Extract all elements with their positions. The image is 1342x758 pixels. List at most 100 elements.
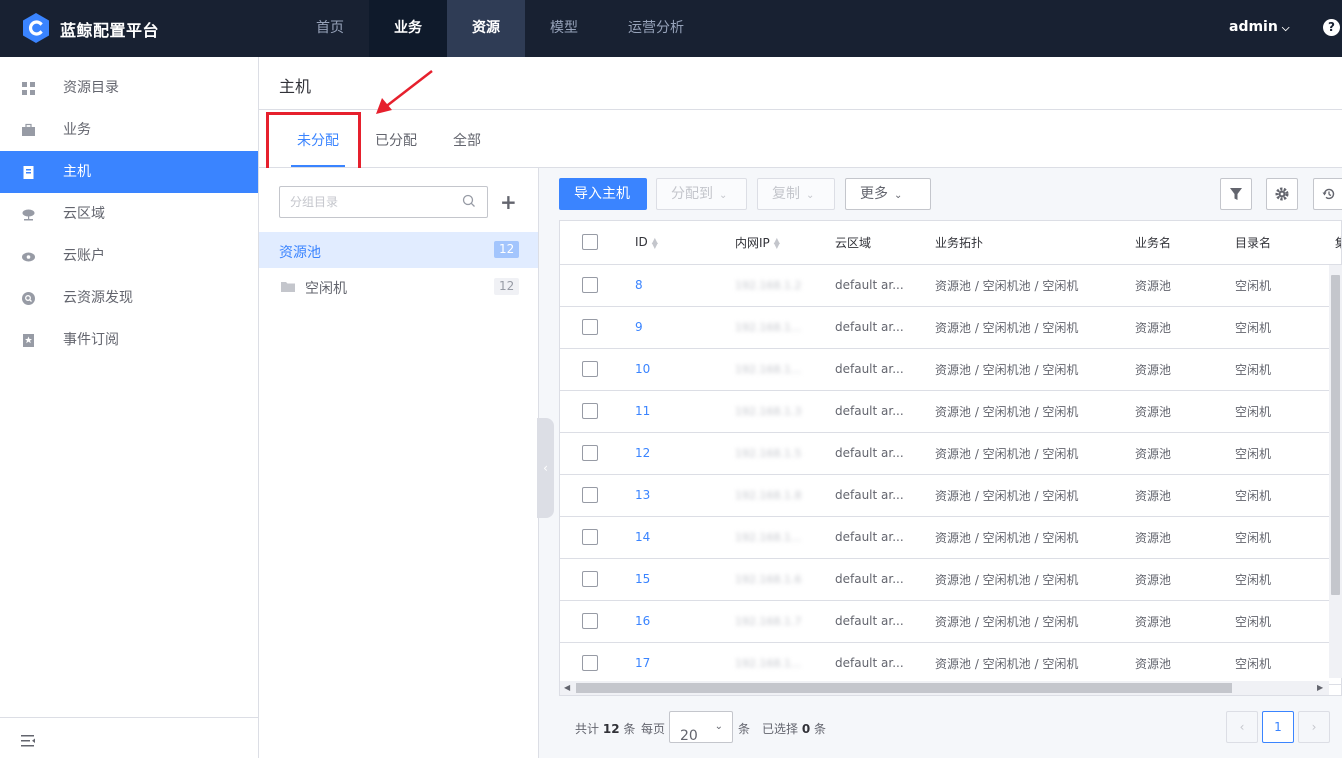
page-size-select[interactable]: 20 ⌄: [669, 711, 733, 744]
scrollbar-thumb[interactable]: [576, 683, 1232, 693]
row-checkbox[interactable]: [582, 403, 598, 419]
sidebar-item-label: 资源目录: [63, 80, 119, 96]
row-checkbox[interactable]: [582, 613, 598, 629]
group-search-input[interactable]: [279, 186, 488, 218]
nav-home[interactable]: 首页: [291, 0, 369, 57]
row-checkbox[interactable]: [582, 529, 598, 545]
sidebar-item-directory[interactable]: 资源目录: [0, 67, 258, 109]
chevron-down-icon: ⌵: [1281, 23, 1290, 34]
directory-name: 空闲机: [1235, 530, 1272, 545]
host-id-link[interactable]: 14: [635, 530, 650, 544]
nav-resource[interactable]: 资源: [447, 0, 525, 57]
table-row[interactable]: 14 192.168.1... default ar... 资源池 / 空闲机池 / …: [560, 516, 1341, 559]
table-row[interactable]: 8 192.168.1.2 default ar... 资源池 / 空闲机池 / 空闲…: [560, 264, 1341, 307]
chevron-down-icon: ⌄: [806, 190, 815, 201]
search-icon[interactable]: [462, 194, 476, 208]
row-checkbox[interactable]: [582, 361, 598, 377]
column-header-ip[interactable]: 内网IP ▲ ▼: [721, 221, 821, 265]
top-navbar: 蓝鲸配置平台 首页 业务 资源 模型 运营分析 admin ⌵ ?: [0, 0, 1342, 57]
tab-assigned[interactable]: 已分配: [375, 130, 417, 150]
biz-topology: 资源池 / 空闲机池 / 空闲机: [935, 488, 1079, 503]
cloud-area: default ar...: [835, 530, 904, 544]
sort-icon[interactable]: ▲ ▼: [774, 237, 780, 250]
nav-model[interactable]: 模型: [525, 0, 603, 57]
table-row[interactable]: 13 192.168.1.8 default ar... 资源池 / 空闲机池 / 空…: [560, 474, 1341, 517]
vertical-scrollbar[interactable]: [1329, 265, 1342, 678]
prev-page-button[interactable]: ‹: [1226, 711, 1258, 743]
biz-topology: 资源池 / 空闲机池 / 空闲机: [935, 362, 1079, 377]
inner-ip: 192.168.1.3: [735, 405, 802, 418]
row-checkbox[interactable]: [582, 319, 598, 335]
directory-icon: [21, 81, 36, 96]
chevron-down-icon: ⌄: [714, 721, 723, 732]
table-row[interactable]: 10 192.168.1... default ar... 资源池 / 空闲机池 / …: [560, 348, 1341, 391]
horizontal-scrollbar[interactable]: ◀ ▶: [560, 681, 1329, 695]
directory-name: 空闲机: [1235, 362, 1272, 377]
table-row[interactable]: 9 192.168.1... default ar... 资源池 / 空闲机池 / 空…: [560, 306, 1341, 349]
filter-button[interactable]: [1220, 178, 1252, 210]
sort-icon[interactable]: ▲ ▼: [652, 236, 658, 249]
sidebar-item-event-subscribe[interactable]: 事件订阅: [0, 319, 258, 361]
tree-node-resource-pool[interactable]: 资源池 12: [259, 232, 538, 268]
sidebar-item-label: 云资源发现: [63, 290, 133, 306]
row-checkbox[interactable]: [582, 277, 598, 293]
table-row[interactable]: 16 192.168.1.7 default ar... 资源池 / 空闲机池 / 空…: [560, 600, 1341, 643]
row-checkbox[interactable]: [582, 655, 598, 671]
username: admin: [1229, 19, 1278, 35]
table-row[interactable]: 17 192.168.1... default ar... 资源池 / 空闲机池 / …: [560, 642, 1341, 685]
scroll-right-icon[interactable]: ▶: [1317, 681, 1323, 695]
add-group-button[interactable]: +: [500, 190, 517, 214]
next-page-button[interactable]: ›: [1298, 711, 1330, 743]
inner-ip: 192.168.1.2: [735, 279, 802, 292]
assign-to-label: 分配到: [671, 186, 713, 202]
host-id-link[interactable]: 13: [635, 488, 650, 502]
host-id-link[interactable]: 10: [635, 362, 650, 376]
directory-name: 空闲机: [1235, 614, 1272, 629]
row-checkbox[interactable]: [582, 445, 598, 461]
host-id-link[interactable]: 12: [635, 446, 650, 460]
host-id-link[interactable]: 11: [635, 404, 650, 418]
sidebar-item-cloud-discovery[interactable]: 云资源发现: [0, 277, 258, 319]
host-id-link[interactable]: 17: [635, 656, 650, 670]
table-row[interactable]: 15 192.168.1.6 default ar... 资源池 / 空闲机池 / 空…: [560, 558, 1341, 601]
host-id-link[interactable]: 9: [635, 320, 643, 334]
sidebar-item-host[interactable]: 主机: [0, 151, 258, 193]
table-row[interactable]: 12 192.168.1.5 default ar... 资源池 / 空闲机池 / 空…: [560, 432, 1341, 475]
table-row[interactable]: 11 192.168.1.3 default ar... 资源池 / 空闲机池 / 空…: [560, 390, 1341, 433]
column-header-id[interactable]: ID ▲ ▼: [621, 221, 721, 265]
import-host-button[interactable]: 导入主机: [559, 178, 647, 210]
brand-name[interactable]: 蓝鲸配置平台: [60, 17, 159, 41]
user-menu[interactable]: admin ⌵: [1229, 19, 1289, 35]
collapse-menu-icon[interactable]: [21, 735, 36, 748]
sidebar-item-cloud-area[interactable]: 云区域: [0, 193, 258, 235]
more-dropdown[interactable]: 更多 ⌄: [845, 178, 931, 210]
settings-button[interactable]: [1266, 178, 1298, 210]
host-id-link[interactable]: 16: [635, 614, 650, 628]
scrollbar-thumb[interactable]: [1331, 275, 1340, 595]
logo-icon[interactable]: [20, 12, 52, 44]
page-number-button[interactable]: 1: [1262, 711, 1294, 743]
scroll-left-icon[interactable]: ◀: [564, 681, 570, 695]
host-id-link[interactable]: 15: [635, 572, 650, 586]
inner-ip: 192.168.1...: [735, 531, 802, 544]
row-checkbox[interactable]: [582, 571, 598, 587]
sidebar-item-business[interactable]: 业务: [0, 109, 258, 151]
nav-analytics[interactable]: 运营分析: [603, 0, 709, 57]
sidebar-item-label: 业务: [63, 122, 91, 138]
cloud-discovery-icon: [21, 291, 36, 306]
help-icon[interactable]: ?: [1323, 19, 1340, 36]
host-id-link[interactable]: 8: [635, 278, 643, 292]
tab-all[interactable]: 全部: [453, 130, 481, 150]
cloud-area: default ar...: [835, 656, 904, 670]
sidebar-item-cloud-account[interactable]: 云账户: [0, 235, 258, 277]
assign-to-dropdown[interactable]: 分配到 ⌄: [656, 178, 747, 210]
row-checkbox[interactable]: [582, 487, 598, 503]
column-header-biz: 业务名: [1121, 221, 1221, 265]
history-button[interactable]: [1313, 178, 1342, 210]
copy-dropdown[interactable]: 复制 ⌄: [757, 178, 835, 210]
select-all-checkbox[interactable]: [582, 234, 598, 251]
collapse-pane-handle[interactable]: ‹: [537, 418, 554, 518]
tree-node-idle[interactable]: 空闲机 12: [259, 269, 538, 305]
nav-business[interactable]: 业务: [369, 0, 447, 57]
top-nav: 首页 业务 资源 模型 运营分析: [291, 0, 709, 57]
